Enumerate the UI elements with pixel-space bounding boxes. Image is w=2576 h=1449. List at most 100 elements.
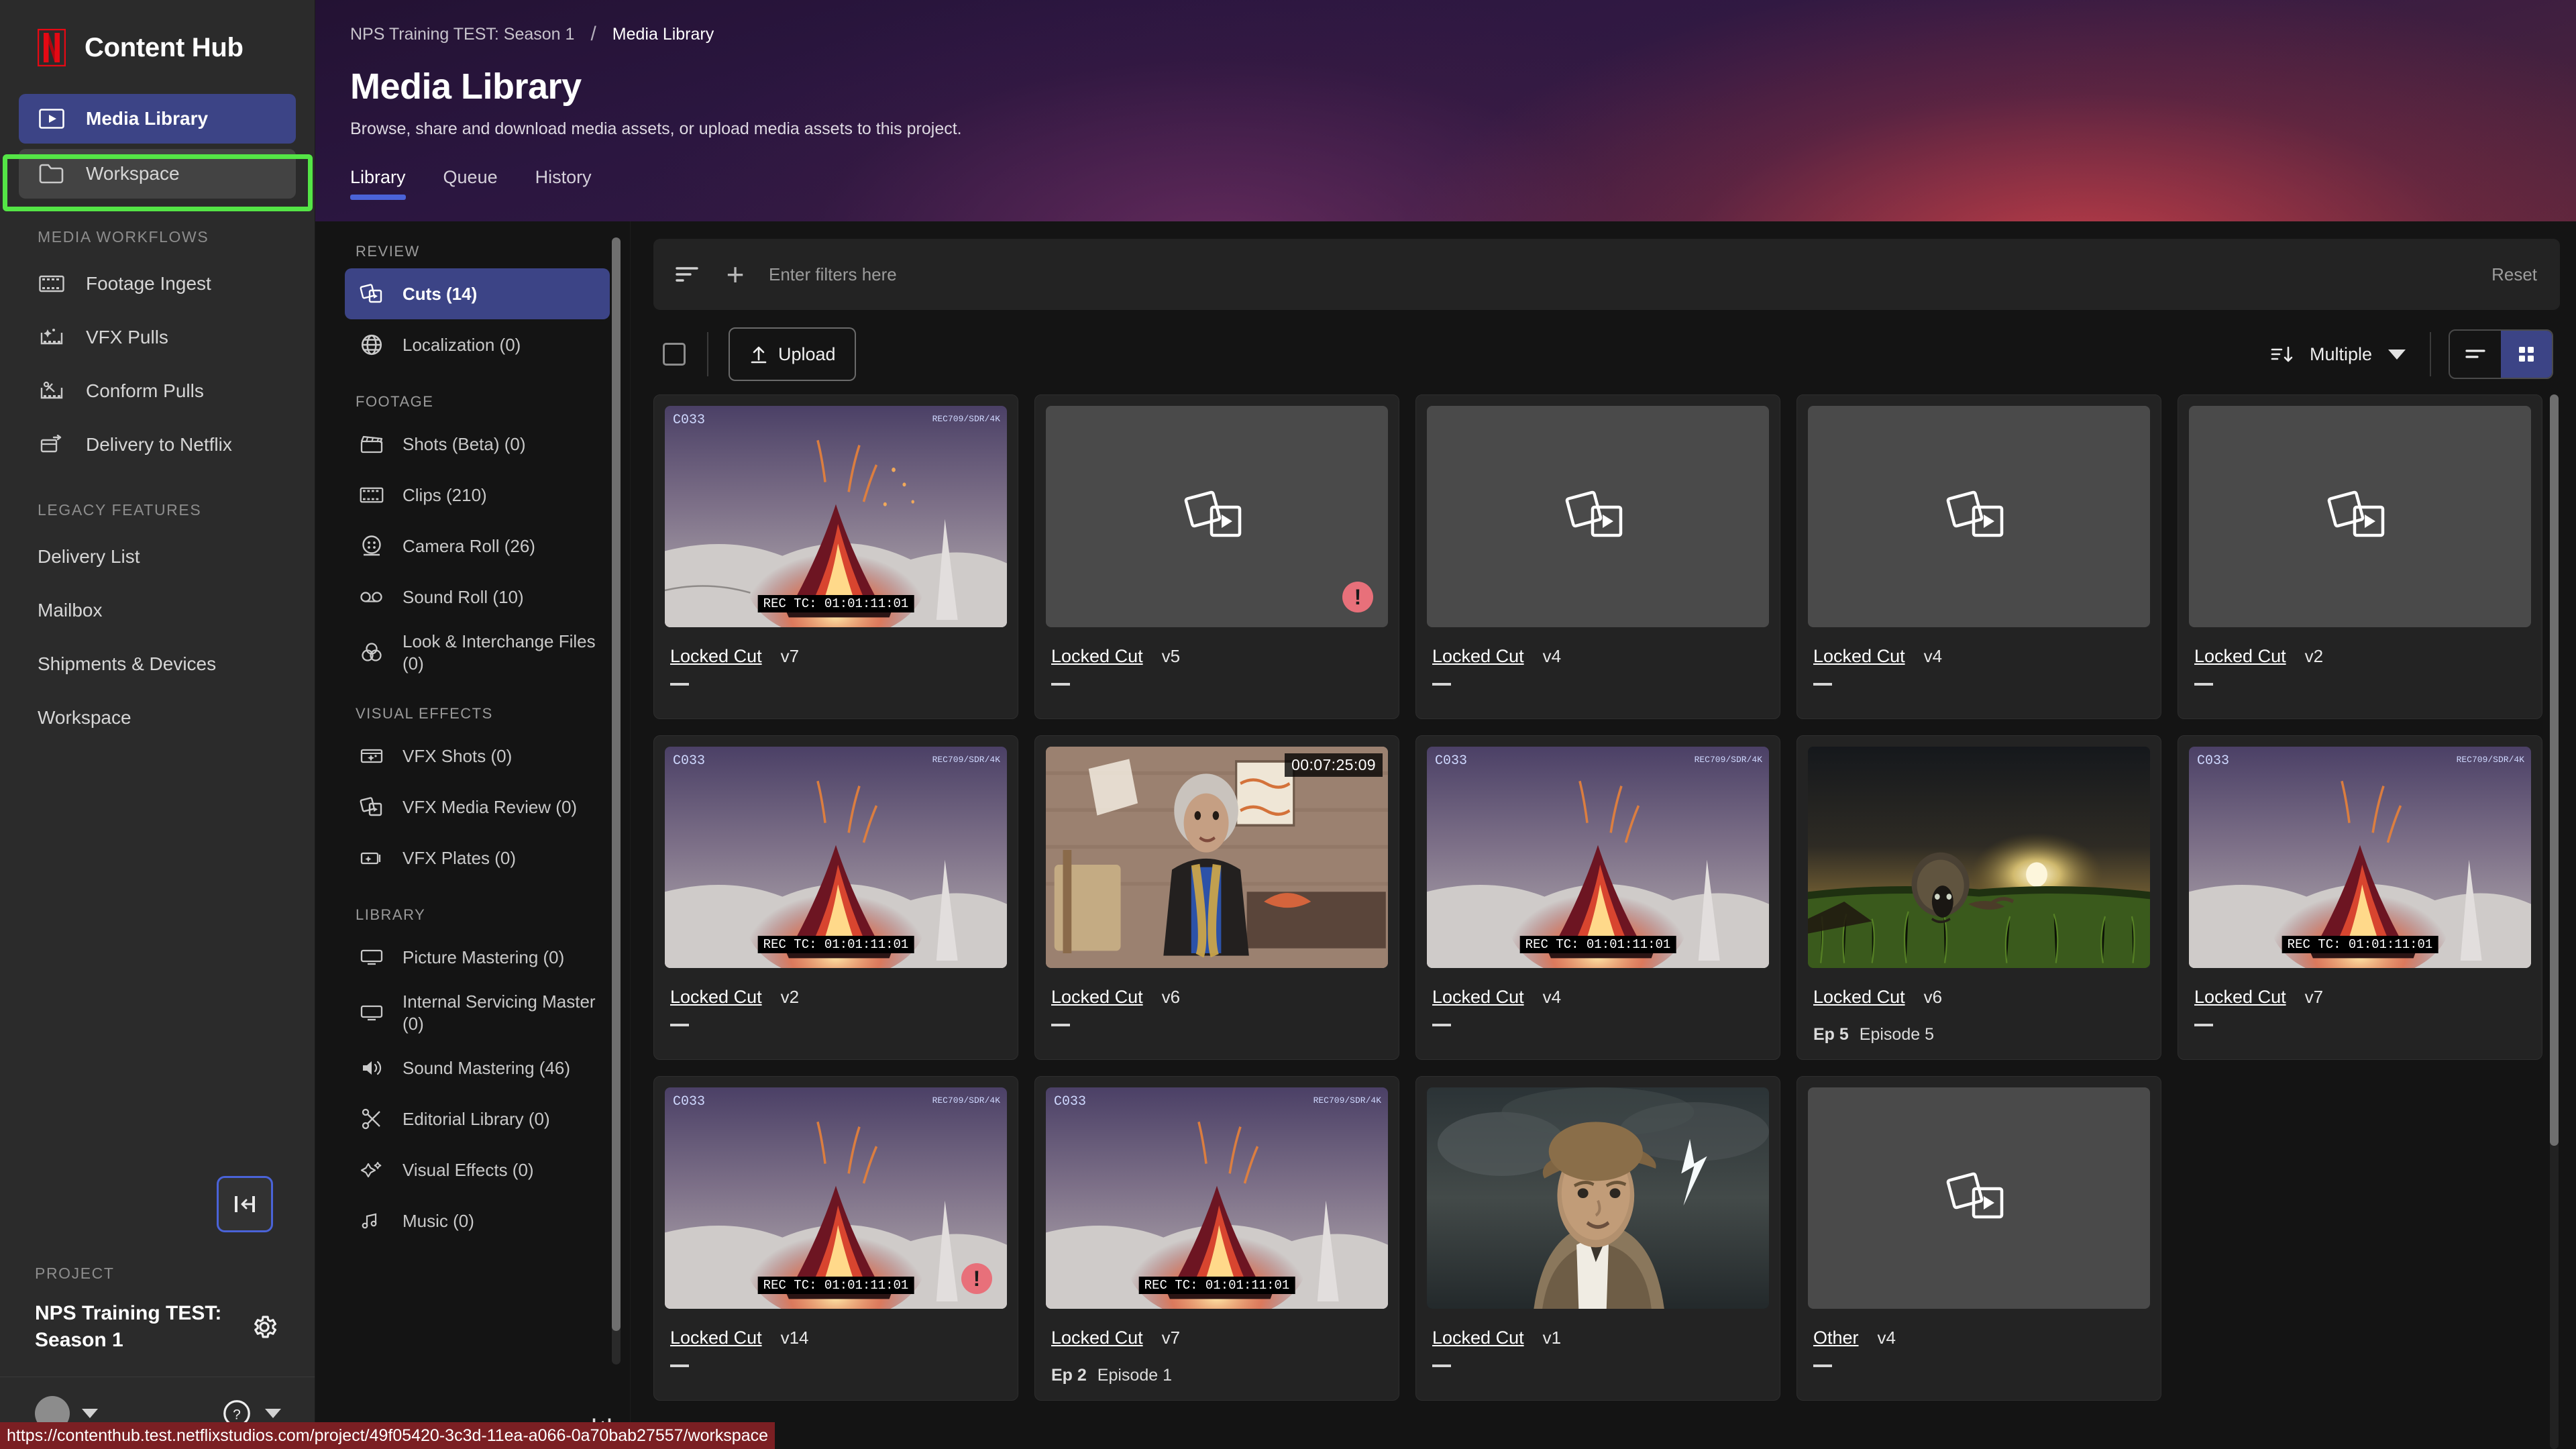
media-card-title[interactable]: Locked Cut: [670, 987, 762, 1008]
category-section-footage: FOOTAGE: [356, 393, 434, 410]
media-card-title-row: Locked Cut v6: [1051, 987, 1383, 1008]
media-card[interactable]: C033 REC709/SDR/4K REC TC: 01:01:11:01 L…: [2178, 735, 2542, 1060]
category-item-visual-effects[interactable]: Visual Effects (0): [345, 1144, 610, 1195]
upload-button[interactable]: Upload: [729, 327, 856, 381]
sidebar-item-label: Delivery to Netflix: [86, 434, 232, 455]
sidebar-item-mailbox[interactable]: Mailbox: [19, 584, 296, 637]
media-card[interactable]: Locked Cut v4: [1415, 394, 1780, 719]
sidebar-item-vfx-pulls[interactable]: VFX Pulls: [19, 311, 296, 364]
chevron-down-icon[interactable]: [265, 1408, 281, 1418]
media-thumbnail-placeholder[interactable]: [1808, 406, 2150, 627]
stacked-media-icon: [2327, 490, 2385, 537]
category-item-internal-servicing-master[interactable]: Internal Servicing Master (0): [345, 983, 610, 1042]
category-item-sound-roll[interactable]: Sound Roll (10): [345, 572, 610, 623]
media-card[interactable]: ! Locked Cut v5: [1034, 394, 1399, 719]
category-item-vfx-media-review[interactable]: VFX Media Review (0): [345, 782, 610, 833]
media-card[interactable]: C033 REC709/SDR/4K REC TC: 01:01:11:01 !…: [653, 1076, 1018, 1401]
category-item-sound-mastering[interactable]: Sound Mastering (46): [345, 1042, 610, 1093]
media-thumbnail[interactable]: [1808, 747, 2150, 968]
media-card[interactable]: Locked Cut v2: [2178, 394, 2542, 719]
media-thumbnail[interactable]: [1427, 1087, 1769, 1309]
media-card-title[interactable]: Locked Cut: [1432, 987, 1524, 1008]
media-card[interactable]: C033 REC709/SDR/4K REC TC: 01:01:11:01 L…: [653, 394, 1018, 719]
media-card-title[interactable]: Other: [1813, 1328, 1859, 1348]
sidebar-item-delivery-list[interactable]: Delivery List: [19, 530, 296, 584]
category-item-picture-mastering[interactable]: Picture Mastering (0): [345, 932, 610, 983]
media-card[interactable]: 00:07:25:09 Locked Cut v6: [1034, 735, 1399, 1060]
grid-scrollbar-thumb[interactable]: [2550, 394, 2559, 1146]
error-badge-icon[interactable]: !: [1342, 582, 1373, 612]
category-item-camera-roll[interactable]: Camera Roll (26): [345, 521, 610, 572]
media-card-title[interactable]: Locked Cut: [2194, 646, 2286, 667]
category-item-look-and-interchange-files[interactable]: Look & Interchange Files (0): [345, 623, 610, 682]
category-item-editorial-library[interactable]: Editorial Library (0): [345, 1093, 610, 1144]
media-card-title[interactable]: Locked Cut: [1051, 646, 1143, 667]
category-scrollbar-thumb[interactable]: [612, 237, 621, 1331]
category-item-shots-beta[interactable]: Shots (Beta) (0): [345, 419, 610, 470]
divider: [707, 332, 708, 376]
media-card-title[interactable]: Locked Cut: [1051, 987, 1143, 1008]
filter-icon[interactable]: [672, 260, 702, 289]
breadcrumb-parent[interactable]: NPS Training TEST: Season 1: [350, 25, 574, 44]
media-thumbnail[interactable]: 00:07:25:09: [1046, 747, 1388, 968]
media-thumbnail-placeholder[interactable]: [1427, 406, 1769, 627]
media-thumbnail[interactable]: C033 REC709/SDR/4K REC TC: 01:01:11:01: [665, 406, 1007, 627]
sidebar-item-footage-ingest[interactable]: Footage Ingest: [19, 257, 296, 311]
left-navigation: Content Hub Media Library Workspace MEDI…: [0, 0, 315, 1449]
media-card-meta: Locked Cut v4: [1427, 627, 1769, 686]
plus-icon[interactable]: +: [720, 257, 750, 292]
category-item-music[interactable]: Music (0): [345, 1195, 610, 1246]
media-card-title[interactable]: Locked Cut: [670, 1328, 762, 1348]
sort-dropdown[interactable]: Multiple: [2269, 343, 2406, 365]
reset-filters-button[interactable]: Reset: [2491, 264, 2537, 285]
media-thumbnail[interactable]: C033 REC709/SDR/4K REC TC: 01:01:11:01: [1046, 1087, 1388, 1309]
media-card[interactable]: Locked Cut v4: [1796, 394, 2161, 719]
gear-icon[interactable]: [249, 1311, 280, 1342]
media-card[interactable]: C033 REC709/SDR/4K REC TC: 01:01:11:01 L…: [1034, 1076, 1399, 1401]
sidebar-item-conform-pulls[interactable]: Conform Pulls: [19, 364, 296, 418]
media-card-version: v7: [1161, 1328, 1181, 1348]
media-thumbnail[interactable]: C033 REC709/SDR/4K REC TC: 01:01:11:01: [2189, 747, 2531, 968]
sidebar-item-delivery-to-netflix[interactable]: Delivery to Netflix: [19, 418, 296, 472]
media-card-title[interactable]: Locked Cut: [1051, 1328, 1143, 1348]
sidebar-item-legacy-workspace[interactable]: Workspace: [19, 691, 296, 745]
media-card[interactable]: C033 REC709/SDR/4K REC TC: 01:01:11:01 L…: [1415, 735, 1780, 1060]
select-all-checkbox[interactable]: [663, 343, 686, 366]
media-card-title[interactable]: Locked Cut: [1813, 987, 1905, 1008]
tab-history[interactable]: History: [518, 167, 609, 200]
media-thumbnail-placeholder[interactable]: [2189, 406, 2531, 627]
media-card-title[interactable]: Locked Cut: [670, 646, 762, 667]
media-card-title[interactable]: Locked Cut: [1432, 1328, 1524, 1348]
media-thumbnail[interactable]: C033 REC709/SDR/4K REC TC: 01:01:11:01 !: [665, 1087, 1007, 1309]
tab-queue[interactable]: Queue: [426, 167, 515, 200]
category-item-cuts[interactable]: Cuts (14): [345, 268, 610, 319]
category-item-vfx-plates[interactable]: VFX Plates (0): [345, 833, 610, 883]
media-card[interactable]: Other v4: [1796, 1076, 2161, 1401]
sidebar-item-shipments-and-devices[interactable]: Shipments & Devices: [19, 637, 296, 691]
media-grid-scroll-container[interactable]: C033 REC709/SDR/4K REC TC: 01:01:11:01 L…: [653, 394, 2560, 1449]
category-item-localization[interactable]: Localization (0): [345, 319, 610, 370]
sidebar-item-media-library[interactable]: Media Library: [19, 94, 296, 144]
media-thumbnail-placeholder[interactable]: !: [1046, 406, 1388, 627]
list-view-icon[interactable]: [2450, 331, 2501, 378]
media-thumbnail[interactable]: C033 REC709/SDR/4K REC TC: 01:01:11:01: [665, 747, 1007, 968]
sidebar-item-workspace[interactable]: Workspace: [19, 149, 296, 199]
media-card[interactable]: Locked Cut v6 Ep 5 Episode 5: [1796, 735, 2161, 1060]
project-name[interactable]: NPS Training TEST: Season 1: [35, 1300, 238, 1354]
grid-view-icon[interactable]: [2501, 331, 2552, 378]
media-card[interactable]: Locked Cut v1: [1415, 1076, 1780, 1401]
error-badge-icon[interactable]: !: [961, 1263, 992, 1294]
media-card-title[interactable]: Locked Cut: [1432, 646, 1524, 667]
filter-input[interactable]: [769, 264, 2473, 285]
media-card-title[interactable]: Locked Cut: [2194, 987, 2286, 1008]
media-card-title[interactable]: Locked Cut: [1813, 646, 1905, 667]
collapse-panel-icon[interactable]: [217, 1176, 273, 1233]
media-thumbnail[interactable]: C033 REC709/SDR/4K REC TC: 01:01:11:01: [1427, 747, 1769, 968]
tab-library[interactable]: Library: [350, 167, 423, 200]
category-item-clips[interactable]: Clips (210): [345, 470, 610, 521]
media-card[interactable]: C033 REC709/SDR/4K REC TC: 01:01:11:01 L…: [653, 735, 1018, 1060]
chevron-down-icon[interactable]: [82, 1408, 98, 1418]
media-card-version: v6: [1923, 987, 1943, 1007]
media-thumbnail-placeholder[interactable]: [1808, 1087, 2150, 1309]
category-item-vfx-shots[interactable]: VFX Shots (0): [345, 731, 610, 782]
